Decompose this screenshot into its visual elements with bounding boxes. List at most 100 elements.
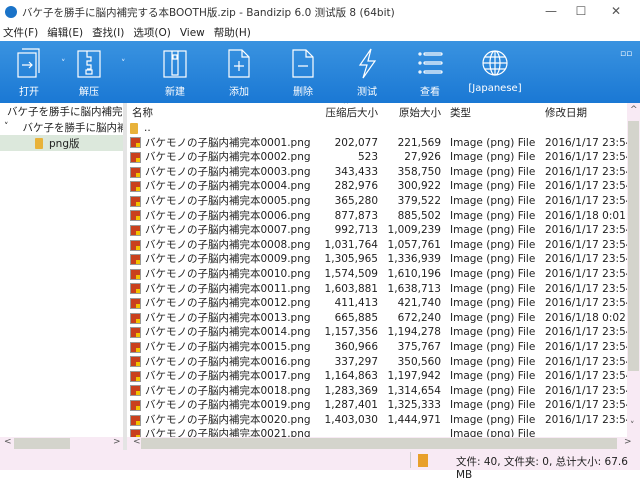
file-type: Image (png) File	[450, 238, 536, 251]
compressed-size: 1,283,369	[324, 384, 378, 397]
column-name[interactable]: 名称	[132, 105, 153, 120]
png-file-icon	[130, 195, 141, 207]
compressed-size: 360,966	[334, 340, 378, 353]
file-row[interactable]: バケモノの子脳内補完本0001.png 202,077 221,569 Imag…	[127, 136, 627, 151]
divider	[410, 452, 411, 468]
file-name: バケモノの子脳内補完本0005.png	[145, 194, 311, 207]
menu-bar: 文件(F) 编辑(E) 查找(I) 选项(O) View 帮助(H)	[0, 24, 640, 41]
compressed-size: 411,413	[334, 297, 378, 310]
view-button[interactable]: 查看	[405, 47, 455, 98]
tree-horizontal-scrollbar[interactable]: < >	[0, 437, 123, 450]
title-bar: バケ子を勝手に脳内補完する本BOOTH版.zip - Bandizip 6.0 …	[0, 0, 640, 24]
toolbar: 打开 ˅ 解压 ˅ 新建 添加 删除 测试 查看 [Japanese] ▫▫	[0, 41, 640, 103]
tree-item-png[interactable]: png版	[0, 135, 123, 151]
scroll-left-icon[interactable]: <	[4, 437, 12, 447]
scroll-up-icon[interactable]: ^	[630, 105, 638, 115]
png-file-icon	[130, 224, 141, 236]
open-button[interactable]: 打开	[4, 47, 54, 98]
lightning-icon	[358, 48, 377, 79]
file-row[interactable]: バケモノの子脳内補完本0014.png 1,157,356 1,194,278 …	[127, 325, 627, 340]
compressed-size: 1,031,764	[324, 238, 378, 251]
file-type: Image (png) File	[450, 297, 536, 310]
scrollbar-thumb[interactable]	[14, 438, 70, 449]
scroll-right-icon[interactable]: >	[113, 437, 121, 447]
file-row[interactable]: バケモノの子脳内補完本0005.png 365,280 379,522 Imag…	[127, 194, 627, 209]
file-type: Image (png) File	[450, 180, 536, 193]
file-type: Image (png) File	[450, 384, 536, 397]
original-size: 1,325,333	[387, 399, 441, 412]
compressed-size: 665,885	[334, 311, 378, 324]
tree-item-archive[interactable]: バケ子を勝手に脳内補完する本BOOTH版.zip	[0, 103, 123, 119]
scrollbar-thumb[interactable]	[141, 438, 617, 449]
file-row[interactable]: バケモノの子脳内補完本0012.png 411,413 421,740 Imag…	[127, 296, 627, 311]
file-row[interactable]: バケモノの子脳内補完本0010.png 1,574,509 1,610,196 …	[127, 267, 627, 282]
column-type[interactable]: 类型	[450, 105, 471, 120]
original-size: 358,750	[397, 165, 441, 178]
file-row[interactable]: バケモノの子脳内補完本0018.png 1,283,369 1,314,654 …	[127, 384, 627, 399]
menu-file[interactable]: 文件(F)	[3, 25, 38, 40]
vertical-scrollbar[interactable]: ^ ˅	[627, 103, 640, 437]
file-name: バケモノの子脳内補完本0018.png	[145, 384, 311, 397]
png-file-icon	[130, 181, 141, 193]
close-button[interactable]: ✕	[601, 4, 631, 18]
modified-date: 2016/1/17 23:54:24	[545, 238, 627, 251]
menu-edit[interactable]: 编辑(E)	[47, 25, 83, 40]
file-row[interactable]: バケモノの子脳内補完本0016.png 337,297 350,560 Imag…	[127, 355, 627, 370]
add-button[interactable]: 添加	[214, 47, 264, 98]
file-row[interactable]: バケモノの子脳内補完本0019.png 1,287,401 1,325,333 …	[127, 398, 627, 413]
delete-button[interactable]: 删除	[278, 47, 328, 98]
png-file-icon	[130, 151, 141, 163]
png-file-icon	[130, 137, 141, 149]
menu-options[interactable]: 选项(O)	[133, 25, 170, 40]
menu-find[interactable]: 查找(I)	[92, 25, 124, 40]
file-name: バケモノの子脳内補完本0006.png	[145, 209, 311, 222]
file-row[interactable]: バケモノの子脳内補完本0017.png 1,164,863 1,197,942 …	[127, 369, 627, 384]
compressed-size: 1,164,863	[324, 370, 378, 383]
file-row[interactable]: バケモノの子脳内補完本0008.png 1,031,764 1,057,761 …	[127, 238, 627, 253]
modified-date: 2016/1/17 23:54:22	[545, 399, 627, 412]
tree-item-folder[interactable]: ˅バケ子を勝手に脳内補完する本BOOTH版	[0, 119, 123, 135]
column-original[interactable]: 原始大小	[399, 105, 441, 120]
compressed-size: 1,305,965	[324, 253, 378, 266]
scroll-left-icon[interactable]: <	[133, 437, 141, 447]
file-row[interactable]: バケモノの子脳内補完本0004.png 282,976 300,922 Imag…	[127, 179, 627, 194]
original-size: 672,240	[397, 311, 441, 324]
menu-view[interactable]: View	[180, 27, 205, 39]
file-row[interactable]: バケモノの子脳内補完本0011.png 1,603,881 1,638,713 …	[127, 282, 627, 297]
scroll-down-icon[interactable]: ˅	[630, 421, 635, 431]
file-row[interactable]: バケモノの子脳内補完本0020.png 1,403,030 1,444,971 …	[127, 413, 627, 428]
new-button[interactable]: 新建	[150, 47, 200, 98]
file-row[interactable]: バケモノの子脳内補完本0003.png 343,433 358,750 Imag…	[127, 165, 627, 180]
original-size: 221,569	[397, 136, 441, 149]
scrollbar-thumb[interactable]	[628, 121, 639, 371]
compressed-size: 343,433	[334, 165, 378, 178]
file-row[interactable]: バケモノの子脳内補完本0007.png 992,713 1,009,239 Im…	[127, 223, 627, 238]
file-type: Image (png) File	[450, 399, 536, 412]
png-file-icon	[130, 356, 141, 368]
minimize-button[interactable]: —	[536, 4, 566, 18]
maximize-button[interactable]: ☐	[566, 4, 596, 18]
file-row[interactable]: バケモノの子脳内補完本0009.png 1,305,965 1,336,939 …	[127, 252, 627, 267]
png-file-icon	[130, 385, 141, 397]
menu-help[interactable]: 帮助(H)	[214, 25, 251, 40]
column-date[interactable]: 修改日期	[545, 105, 587, 120]
test-button[interactable]: 测试	[342, 47, 392, 98]
delete-file-icon	[292, 49, 314, 78]
file-row[interactable]: バケモノの子脳内補完本0006.png 877,873 885,502 Imag…	[127, 209, 627, 224]
column-compressed[interactable]: 压缩后大小	[326, 105, 379, 120]
file-row[interactable]: バケモノの子脳内補完本0002.png 523 27,926 Image (pn…	[127, 150, 627, 165]
scroll-right-icon[interactable]: >	[624, 437, 632, 447]
language-button[interactable]: [Japanese]	[467, 47, 523, 94]
modified-date: 2016/1/17 23:54:12	[545, 151, 627, 164]
parent-folder-row[interactable]: ..	[127, 121, 627, 136]
file-row[interactable]: バケモノの子脳内補完本0015.png 360,966 375,767 Imag…	[127, 340, 627, 355]
layout-grid-icon[interactable]: ▫▫	[620, 49, 632, 59]
file-row[interactable]: バケモノの子脳内補完本0021.png Image (png) File	[127, 427, 627, 437]
file-row[interactable]: バケモノの子脳内補完本0013.png 665,885 672,240 Imag…	[127, 311, 627, 326]
list-horizontal-scrollbar[interactable]: < >	[127, 437, 640, 450]
modified-date: 2016/1/17 23:54:14	[545, 340, 627, 353]
extract-button[interactable]: 解压	[64, 47, 114, 98]
modified-date: 2016/1/17 23:54:26	[545, 253, 627, 266]
chevron-down-icon[interactable]: ˅	[4, 122, 9, 132]
extract-dropdown-chevron-icon[interactable]: ˅	[121, 59, 126, 69]
